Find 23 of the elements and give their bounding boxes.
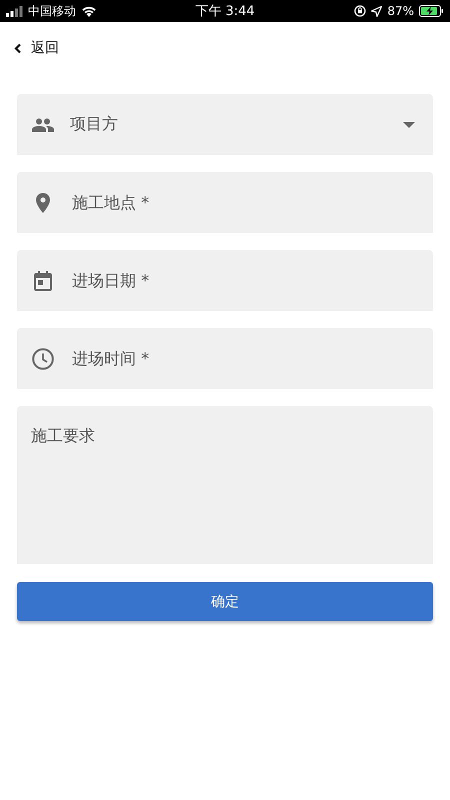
input-field[interactable]: 施工地点 * bbox=[17, 172, 433, 233]
input-field[interactable]: 进场日期 * bbox=[17, 250, 433, 311]
battery-charging-icon bbox=[419, 5, 444, 17]
location-arrow-icon bbox=[371, 6, 382, 16]
people-icon bbox=[31, 118, 55, 132]
dropdown-caret-icon bbox=[403, 122, 415, 128]
select-field[interactable]: 项目方 bbox=[17, 94, 433, 155]
battery-percent: 87% bbox=[387, 4, 414, 18]
carrier-name: 中国移动 bbox=[28, 2, 76, 20]
status-time: 下午 3:44 bbox=[195, 3, 255, 20]
text-input[interactable]: 施工地点 * bbox=[70, 172, 415, 233]
signal-icon bbox=[6, 6, 23, 16]
calendar-icon bbox=[31, 270, 55, 290]
rotation-lock-icon bbox=[354, 5, 366, 17]
chevron-left-icon bbox=[14, 42, 22, 54]
confirm-button[interactable]: 确定 bbox=[17, 582, 433, 621]
text-input[interactable]: 进场时间 * bbox=[70, 328, 415, 389]
input-field[interactable]: 进场时间 * bbox=[17, 328, 433, 389]
text-input[interactable]: 进场日期 * bbox=[70, 250, 415, 311]
wifi-icon bbox=[81, 5, 97, 17]
back-button[interactable]: 返回 bbox=[10, 35, 63, 61]
text-area[interactable]: 施工要求 bbox=[17, 406, 433, 564]
clock-icon bbox=[31, 348, 55, 370]
